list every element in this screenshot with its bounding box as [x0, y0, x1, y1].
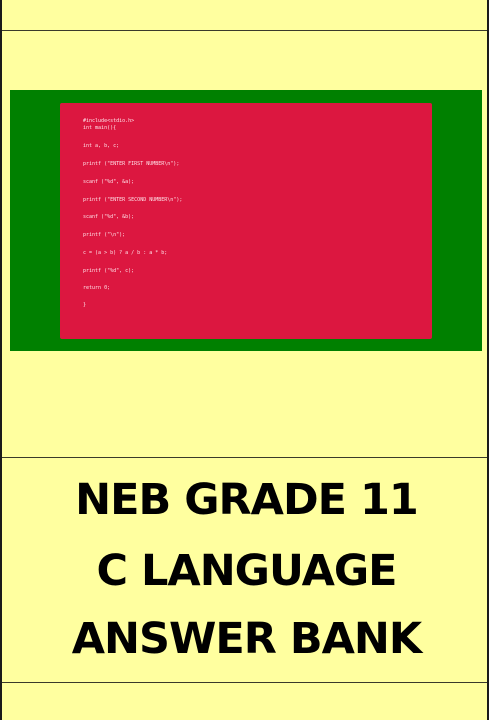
top-divider: [2, 30, 487, 31]
code-line-printf-second: printf ("ENTER SECOND NUMBER\n");: [83, 197, 183, 203]
code-line-close-brace: }: [83, 302, 87, 308]
title-line-1: NEB GRADE 11: [75, 475, 419, 525]
code-line-scanf-a: scanf ("%d", &a);: [83, 179, 135, 185]
code-line-printf-newline: printf ("\n");: [83, 232, 126, 238]
bottom-divider: [2, 682, 487, 683]
code-line-scanf-b: scanf ("%d", &b);: [83, 214, 135, 220]
title-line-2: C LANGUAGE: [96, 546, 397, 596]
code-line-return: return 0;: [83, 285, 111, 291]
code-line-declare: int a, b, c;: [83, 143, 120, 149]
book-cover: #include<stdio.h> int main(){ int a, b, …: [0, 0, 489, 720]
code-screenshot: #include<stdio.h> int main(){ int a, b, …: [60, 103, 432, 339]
code-line-printf-result: printf ("%d", c);: [83, 268, 135, 274]
code-line-include: #include<stdio.h>: [83, 118, 135, 124]
code-line-printf-first: printf ("ENTER FIRST NUMBER\n");: [83, 161, 180, 167]
middle-divider: [2, 457, 487, 458]
code-line-main: int main(){: [83, 125, 117, 131]
cover-image-frame: #include<stdio.h> int main(){ int a, b, …: [10, 90, 482, 351]
code-line-ternary: c = (a > b) ? a / b : a * b;: [83, 250, 168, 256]
title-line-3: ANSWER BANK: [71, 614, 422, 664]
